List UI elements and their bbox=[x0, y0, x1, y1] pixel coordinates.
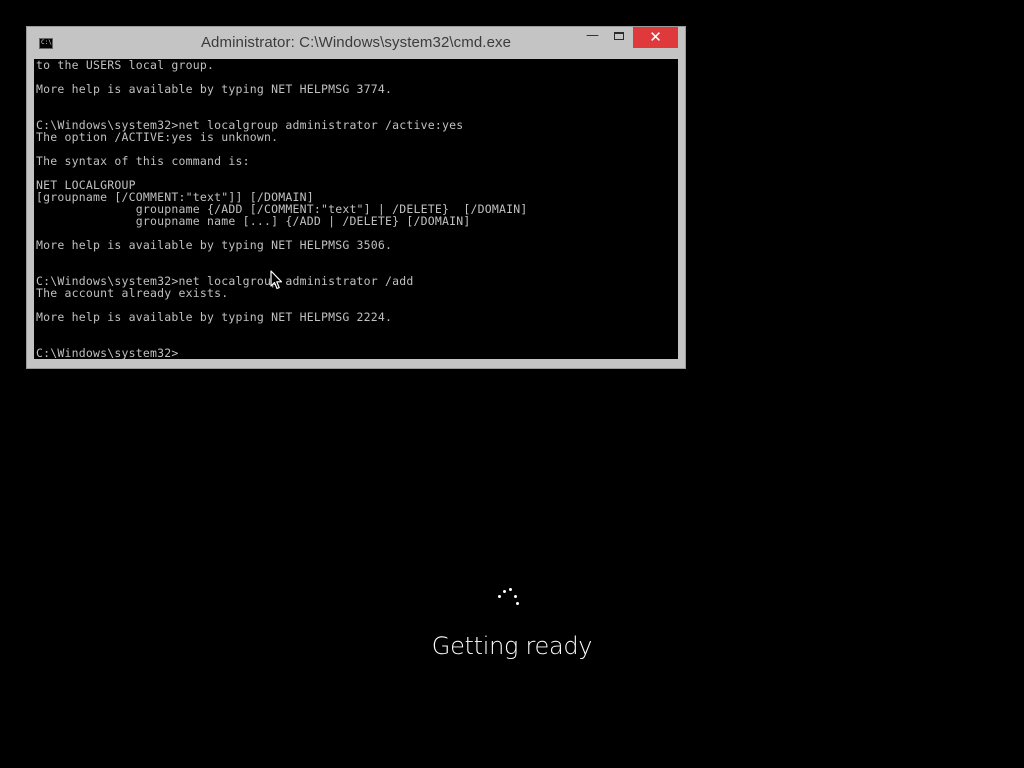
close-icon: ✕ bbox=[649, 28, 662, 46]
console-text[interactable]: to the USERS local group. More help is a… bbox=[34, 59, 678, 359]
minimize-icon: — bbox=[586, 28, 599, 43]
spinner-dot bbox=[516, 602, 519, 605]
window-titlebar[interactable]: C:\ Administrator: C:\Windows\system32\c… bbox=[27, 27, 685, 59]
maximize-icon bbox=[614, 32, 624, 40]
spinner-dot bbox=[498, 595, 501, 598]
arrow-cursor-icon bbox=[270, 270, 282, 290]
console-output[interactable]: to the USERS local group. More help is a… bbox=[34, 59, 678, 359]
spinner-dot bbox=[503, 590, 506, 593]
desktop-screen: C:\ Administrator: C:\Windows\system32\c… bbox=[0, 0, 1024, 768]
minimize-button[interactable]: — bbox=[579, 27, 606, 48]
cmd-window[interactable]: C:\ Administrator: C:\Windows\system32\c… bbox=[26, 26, 686, 369]
loading-spinner-icon bbox=[494, 584, 524, 614]
spinner-dot bbox=[514, 595, 517, 598]
maximize-button[interactable] bbox=[606, 27, 633, 48]
getting-ready-text: Getting ready bbox=[431, 632, 593, 660]
spinner-dot bbox=[509, 588, 512, 591]
close-button[interactable]: ✕ bbox=[633, 27, 678, 48]
